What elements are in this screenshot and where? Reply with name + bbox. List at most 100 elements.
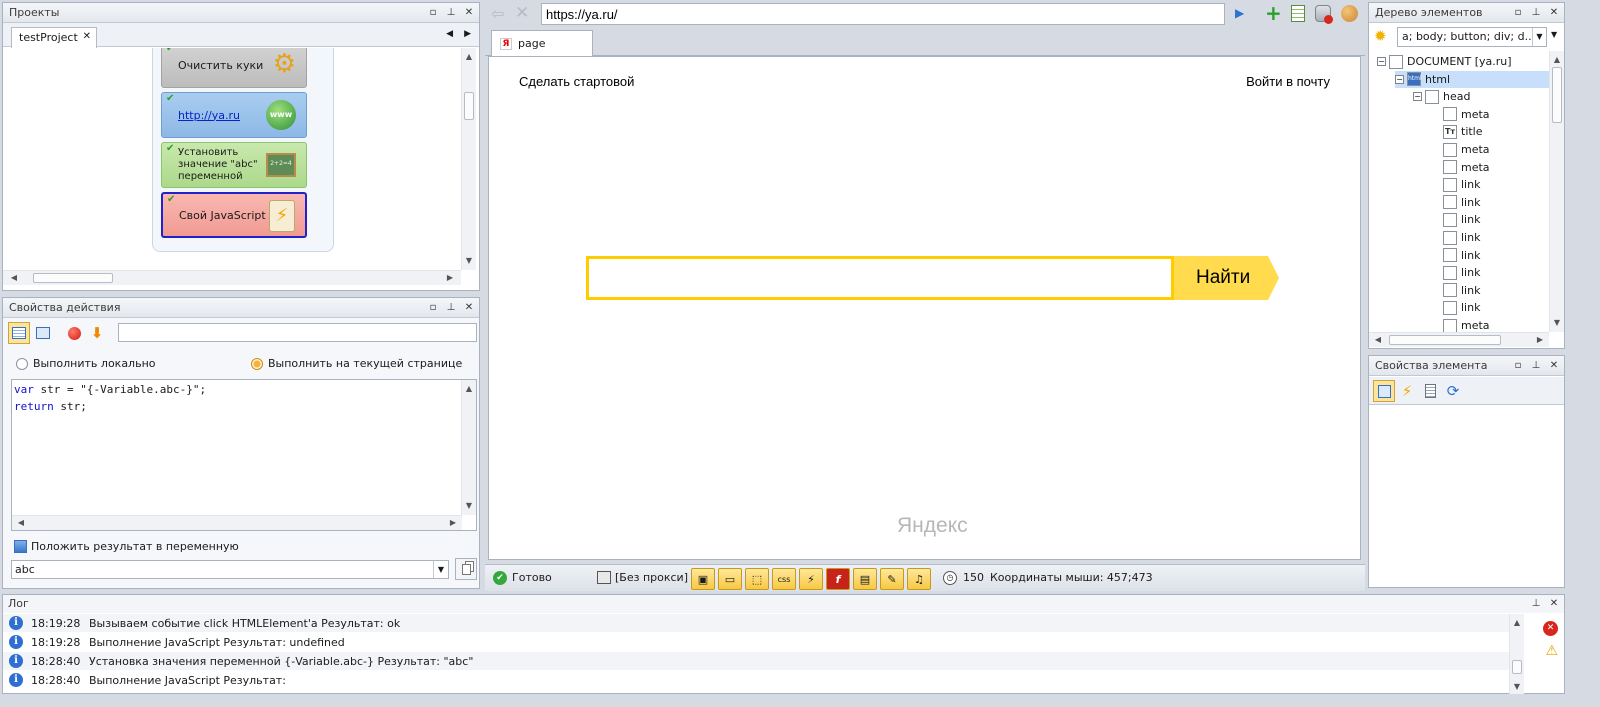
action-label[interactable]: http://ya.ru	[178, 109, 240, 122]
scroll-up-icon[interactable]: ▲	[462, 384, 476, 394]
window-icon[interactable]: ▫	[1512, 359, 1524, 372]
pin-icon[interactable]: ⊥	[1530, 597, 1542, 610]
clear-errors-icon[interactable]: ✕	[1543, 621, 1558, 636]
scroll-left-icon[interactable]: ◀	[7, 273, 21, 283]
tree-node[interactable]: link	[1443, 282, 1480, 299]
properties-view-icon[interactable]	[1373, 380, 1395, 402]
lightning-icon[interactable]: ⚡	[799, 568, 823, 590]
scroll-thumb[interactable]	[1552, 67, 1562, 123]
tree-node[interactable]: meta	[1443, 159, 1490, 176]
music-icon[interactable]: ♫	[907, 568, 931, 590]
tab-scroll-left-icon[interactable]: ◀	[446, 29, 453, 39]
code-editor[interactable]: var str = "{-Variable.abc-}"; return str…	[11, 379, 477, 531]
back-icon[interactable]: ⇦	[491, 4, 504, 23]
scroll-down-icon[interactable]: ▼	[462, 256, 476, 266]
login-mail-link[interactable]: Войти в почту	[1246, 74, 1330, 89]
more-options-icon[interactable]: ▼	[1551, 30, 1557, 39]
close-icon[interactable]: ✕	[463, 301, 475, 314]
proxy-text[interactable]: [Без прокси]	[615, 571, 688, 584]
tree-node[interactable]: meta	[1443, 106, 1490, 123]
table-view-icon[interactable]	[8, 322, 30, 344]
pin-icon[interactable]: ⊥	[445, 6, 457, 19]
canvas-vertical-scrollbar[interactable]: ▲ ▼	[461, 48, 476, 270]
editor-vertical-scrollbar[interactable]: ▲ ▼	[461, 380, 476, 515]
tree-view[interactable]: − DOCUMENT [ya.ru] − html html − head meta Tт tit…	[1369, 51, 1549, 332]
chevron-down-icon[interactable]: ▼	[1532, 28, 1546, 46]
database-delete-icon[interactable]	[1315, 5, 1333, 24]
copy-icon[interactable]	[455, 558, 477, 580]
window-icon[interactable]: ▫	[427, 6, 439, 19]
edit-code-icon[interactable]	[32, 322, 54, 344]
action-cube-navigate[interactable]: ✔ http://ya.ru www	[161, 92, 307, 138]
radio-icon[interactable]	[16, 357, 28, 370]
checkbox-icon[interactable]	[14, 540, 27, 553]
scroll-thumb[interactable]	[464, 92, 474, 120]
events-icon[interactable]: ⚡	[1396, 380, 1418, 402]
scroll-right-icon[interactable]: ▶	[1533, 335, 1547, 345]
tree-node[interactable]: meta	[1443, 317, 1490, 332]
plugin-icon[interactable]: ✎	[880, 568, 904, 590]
scroll-thumb[interactable]	[33, 273, 113, 283]
attributes-icon[interactable]	[1419, 380, 1441, 402]
collapse-icon[interactable]: −	[1395, 74, 1404, 84]
add-icon[interactable]: +	[1265, 1, 1282, 25]
close-icon[interactable]: ✕	[1548, 6, 1560, 19]
radio-run-on-page[interactable]: Выполнить на текущей странице	[251, 357, 462, 370]
scroll-down-icon[interactable]: ▼	[1550, 318, 1564, 328]
scroll-left-icon[interactable]: ◀	[14, 518, 28, 528]
tree-node[interactable]: link	[1443, 194, 1480, 211]
action-cube-set-variable[interactable]: ✔ Установить значение "abc" переменной 2…	[161, 142, 307, 188]
proxy-icon[interactable]	[597, 571, 611, 584]
css-icon[interactable]: css	[772, 568, 796, 590]
close-icon[interactable]: ✕	[1548, 359, 1560, 372]
tag-filter-select[interactable]: a; body; button; div; d... ▼	[1397, 27, 1547, 47]
tree-node[interactable]: link	[1443, 247, 1480, 264]
pin-icon[interactable]: ⊥	[1530, 6, 1542, 19]
cookie-icon[interactable]	[1341, 5, 1358, 22]
radio-run-local[interactable]: Выполнить локально	[16, 357, 156, 370]
page-source-icon[interactable]	[1291, 5, 1305, 22]
refresh-icon[interactable]: ⟳	[1442, 380, 1464, 402]
search-button[interactable]: Найти	[1174, 256, 1268, 300]
checkbox-store-result[interactable]: Положить результат в переменную	[14, 540, 239, 553]
scroll-up-icon[interactable]: ▲	[462, 52, 476, 62]
tree-horizontal-scrollbar[interactable]: ◀ ▶	[1369, 332, 1549, 347]
scroll-down-icon[interactable]: ▼	[462, 501, 476, 511]
tree-node[interactable]: − head	[1413, 88, 1470, 105]
scroll-down-icon[interactable]: ▼	[1510, 682, 1524, 692]
address-bar[interactable]	[541, 3, 1225, 25]
media-icon[interactable]: ▤	[853, 568, 877, 590]
close-tab-icon[interactable]: ✕	[83, 31, 91, 42]
down-arrow-icon[interactable]: ⬇	[86, 322, 108, 344]
tree-node[interactable]: − DOCUMENT [ya.ru]	[1377, 53, 1512, 70]
window-icon[interactable]: ▫	[1512, 6, 1524, 19]
screenshot-icon[interactable]: ▣	[691, 568, 715, 590]
search-input[interactable]	[586, 256, 1174, 300]
scroll-thumb[interactable]	[1389, 335, 1501, 345]
tab-testproject[interactable]: testProject ✕	[11, 27, 97, 48]
variable-select[interactable]: abc ▼	[11, 560, 449, 579]
chevron-down-icon[interactable]: ▼	[433, 561, 448, 578]
flash-icon[interactable]: f	[826, 568, 850, 590]
warning-icon[interactable]: ⚠	[1545, 643, 1558, 659]
tree-node[interactable]: meta	[1443, 141, 1490, 158]
project-canvas[interactable]: ✔ Очистить куки ⚙ ✔ http://ya.ru www ✔ У…	[3, 48, 461, 270]
go-icon[interactable]: ▶	[1235, 6, 1244, 20]
scroll-right-icon[interactable]: ▶	[446, 518, 460, 528]
close-icon[interactable]: ✕	[1548, 597, 1560, 610]
highlight-icon[interactable]: ✹	[1374, 27, 1387, 45]
record-icon[interactable]	[63, 322, 85, 344]
action-cube-javascript[interactable]: ✔ Свой JavaScript код ⚡	[161, 192, 307, 238]
scroll-up-icon[interactable]: ▲	[1550, 55, 1564, 65]
tree-vertical-scrollbar[interactable]: ▲ ▼	[1549, 51, 1564, 332]
canvas-horizontal-scrollbar[interactable]: ◀ ▶	[3, 270, 461, 285]
window-toggle-icon[interactable]: ▭	[718, 568, 742, 590]
collapse-icon[interactable]: −	[1377, 57, 1386, 66]
scroll-right-icon[interactable]: ▶	[443, 273, 457, 283]
log-vertical-scrollbar[interactable]: ▲ ▼	[1509, 614, 1524, 694]
scroll-up-icon[interactable]: ▲	[1510, 618, 1524, 628]
tree-node[interactable]: link	[1443, 264, 1480, 281]
pin-icon[interactable]: ⊥	[445, 301, 457, 314]
tree-node[interactable]: Tт title	[1443, 123, 1483, 140]
close-icon[interactable]: ✕	[463, 6, 475, 19]
